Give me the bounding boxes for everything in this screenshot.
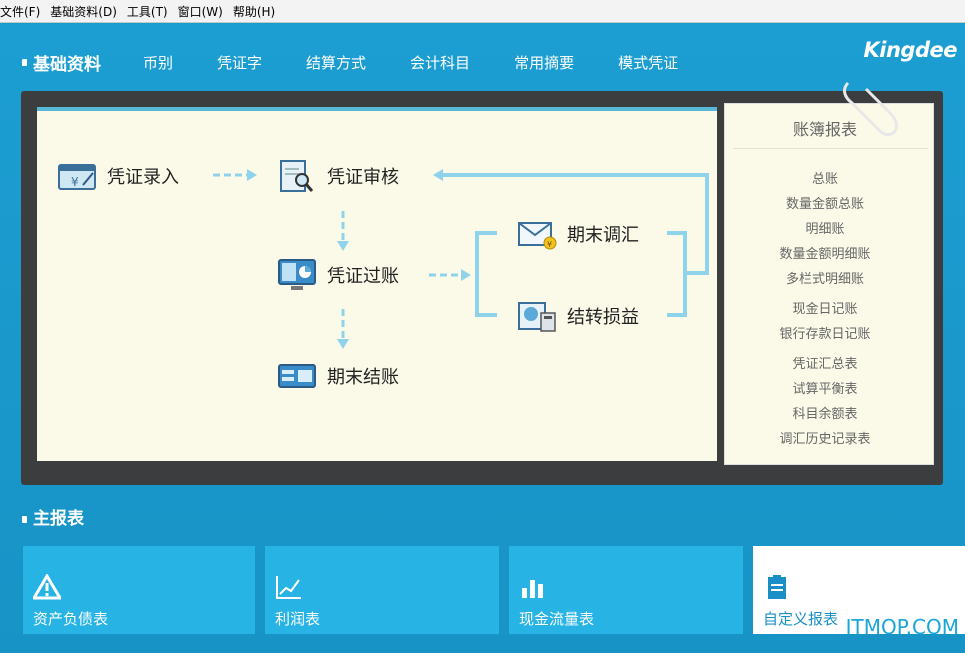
svg-text:¥: ¥ <box>71 175 79 189</box>
workflow-area: ¥ 凭证录入 凭证审核 凭证过账 期末结账 ¥ 期末调汇 结转损益 <box>37 107 717 461</box>
voucher-post-label: 凭证过账 <box>327 266 399 287</box>
voucher-entry-icon: ¥ <box>58 164 96 190</box>
envelope-coin-icon: ¥ <box>518 222 557 250</box>
period-close[interactable]: 期末结账 <box>277 359 399 393</box>
ledger-cash-journal[interactable]: 现金日记账 <box>725 297 925 322</box>
nav-accounts[interactable]: 会计科目 <box>410 52 470 73</box>
menu-window[interactable]: 窗口(W) <box>178 3 229 20</box>
tile-income-statement-label: 利润表 <box>275 610 321 628</box>
voucher-review[interactable]: 凭证审核 <box>277 159 399 193</box>
menubar: 文件(F) 基础资料(D) 工具(T) 窗口(W) 帮助(H) <box>0 0 965 23</box>
bar-chart-icon <box>522 580 543 598</box>
menu-file[interactable]: 文件(F) <box>0 3 46 20</box>
voucher-review-label: 凭证审核 <box>327 167 399 188</box>
warning-triangle-icon <box>33 574 61 600</box>
tile-balance-sheet-label: 资产负债表 <box>33 610 109 628</box>
ledger-detail[interactable]: 明细账 <box>725 217 925 242</box>
ledger-list: 总账 数量金额总账 明细账 数量金额明细账 多栏式明细账 现金日记账 银行存款日… <box>725 167 925 452</box>
ledger-voucher-summary[interactable]: 凭证汇总表 <box>725 352 925 377</box>
voucher-post[interactable]: 凭证过账 <box>277 258 399 292</box>
tile-custom-report-label: 自定义报表 <box>763 610 839 628</box>
window-close-period-icon <box>278 364 316 388</box>
ledger-account-balance[interactable]: 科目余额表 <box>725 402 925 427</box>
voucher-entry-label: 凭证录入 <box>107 167 179 188</box>
nav-voucher-word[interactable]: 凭证字 <box>217 52 262 73</box>
main-reports-title: 主报表 <box>33 509 84 529</box>
watermark: ITMOP.COM <box>845 615 959 639</box>
nav-currency[interactable]: 币别 <box>143 52 173 73</box>
menu-help[interactable]: 帮助(H) <box>233 3 281 20</box>
basic-data-title: 基础资料 <box>33 55 101 75</box>
ledger-general[interactable]: 总账 <box>725 167 925 192</box>
menu-tools[interactable]: 工具(T) <box>127 3 174 20</box>
nav-template-voucher[interactable]: 模式凭证 <box>618 52 678 73</box>
ledger-trial-balance[interactable]: 试算平衡表 <box>725 377 925 402</box>
ledger-bank-journal[interactable]: 银行存款日记账 <box>725 322 925 347</box>
svg-text:¥: ¥ <box>547 240 552 249</box>
tile-cash-flow-label: 现金流量表 <box>519 610 595 628</box>
clipboard-icon <box>768 575 786 599</box>
magnifier-document-icon <box>280 160 314 192</box>
voucher-entry[interactable]: ¥ 凭证录入 <box>57 159 179 193</box>
workflow-panel: ¥ 凭证录入 凭证审核 凭证过账 期末结账 ¥ 期末调汇 结转损益 账簿报表 总… <box>21 91 943 485</box>
tile-cash-flow[interactable]: 现金流量表 <box>509 546 743 634</box>
main-reports-heading: 主报表 <box>22 504 84 529</box>
ledger-qty-general[interactable]: 数量金额总账 <box>725 192 925 217</box>
ledger-reports-panel: 账簿报表 总账 数量金额总账 明细账 数量金额明细账 多栏式明细账 现金日记账 … <box>724 103 934 465</box>
basic-data-nav: 基础资料 币别 凭证字 结算方式 会计科目 常用摘要 模式凭证 <box>22 50 722 75</box>
period-end-adjust[interactable]: ¥ 期末调汇 <box>517 217 639 251</box>
nav-settlement[interactable]: 结算方式 <box>306 52 366 73</box>
monitor-chart-icon <box>278 259 316 290</box>
tile-income-statement[interactable]: 利润表 <box>265 546 499 634</box>
menu-basic-data[interactable]: 基础资料(D) <box>50 3 123 20</box>
main-area: 基础资料 币别 凭证字 结算方式 会计科目 常用摘要 模式凭证 Kingdee <box>0 24 965 653</box>
period-end-adjust-label: 期末调汇 <box>567 225 639 246</box>
paperclip-icon <box>843 81 898 137</box>
calculator-chart-icon <box>518 302 556 332</box>
nav-common-summary[interactable]: 常用摘要 <box>514 52 574 73</box>
line-chart-icon <box>276 576 301 599</box>
tile-balance-sheet[interactable]: 资产负债表 <box>23 546 255 634</box>
section-bullet-icon <box>22 515 27 523</box>
section-bullet-icon <box>22 59 27 66</box>
profit-loss-transfer[interactable]: 结转损益 <box>517 299 639 333</box>
ledger-qty-detail[interactable]: 数量金额明细账 <box>725 242 925 267</box>
kingdee-logo: Kingdee <box>863 38 958 62</box>
profit-loss-transfer-label: 结转损益 <box>567 307 639 328</box>
ledger-adjust-history[interactable]: 调汇历史记录表 <box>725 427 925 452</box>
ledger-divider <box>733 148 928 149</box>
period-close-label: 期末结账 <box>327 367 399 388</box>
ledger-multi-column[interactable]: 多栏式明细账 <box>725 267 925 292</box>
